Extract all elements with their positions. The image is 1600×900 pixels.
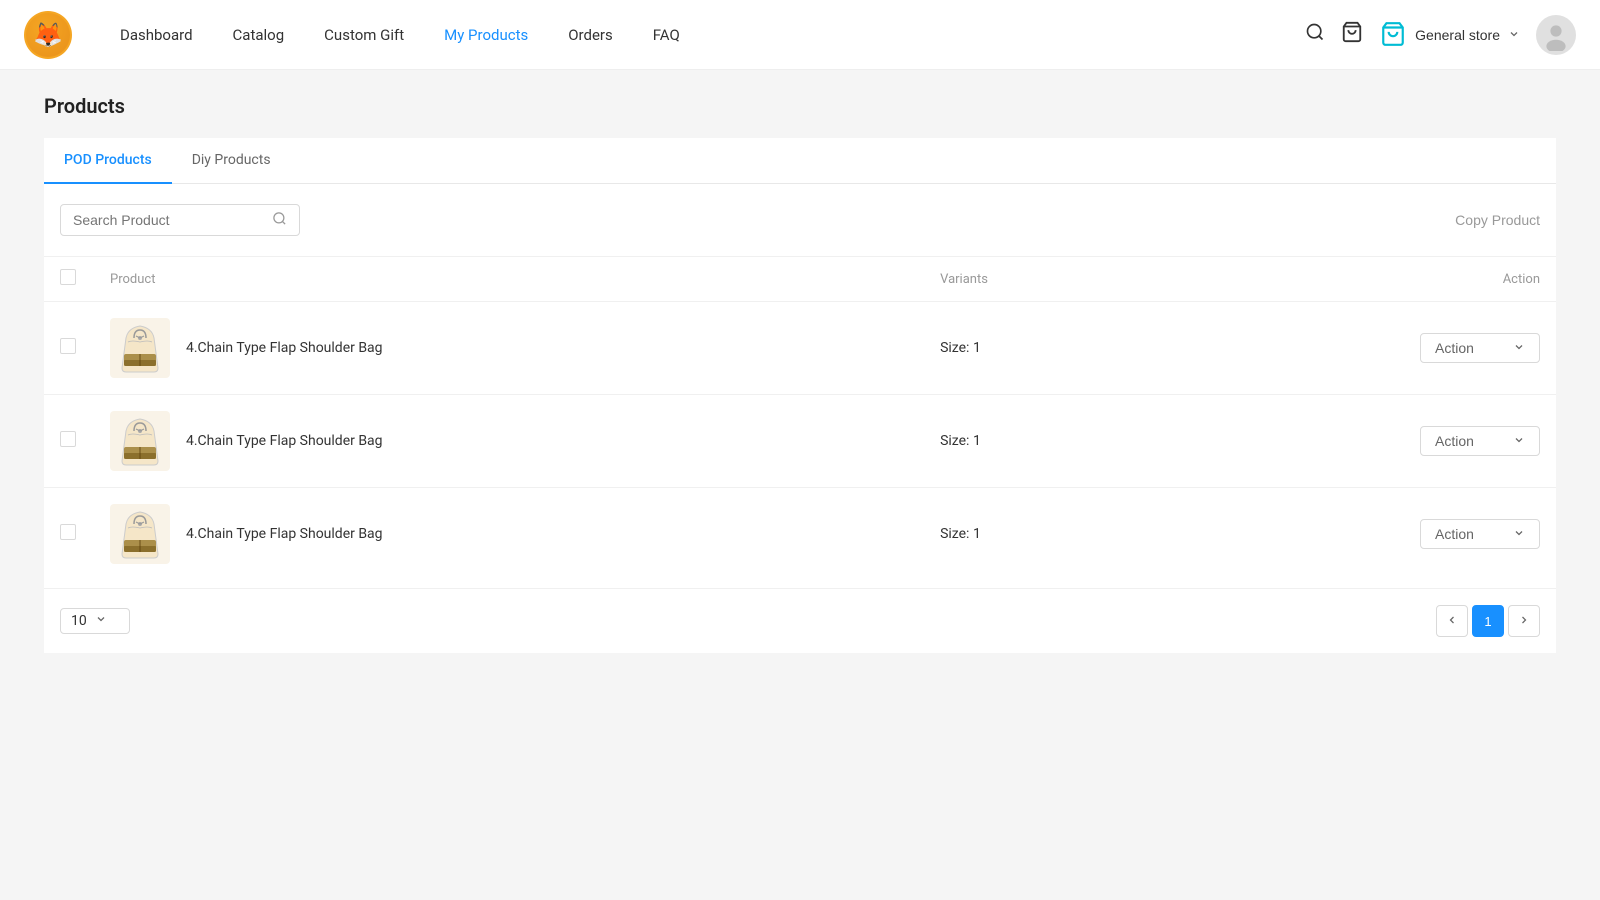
toolbar: Copy Product bbox=[44, 184, 1556, 256]
action-dropdown-button[interactable]: Action bbox=[1420, 426, 1540, 456]
header: 🦊 Dashboard Catalog Custom Gift My Produ… bbox=[0, 0, 1600, 70]
action-cell: Action bbox=[1142, 488, 1556, 581]
page-title: Products bbox=[44, 94, 1556, 118]
search-input[interactable] bbox=[73, 212, 272, 228]
page-size-selector[interactable]: 10 bbox=[60, 608, 130, 634]
nav-catalog[interactable]: Catalog bbox=[217, 18, 301, 52]
store-chevron-icon bbox=[1508, 27, 1520, 43]
col-action: Action bbox=[1142, 257, 1556, 302]
page-size-chevron-icon bbox=[95, 613, 107, 629]
tabs-container: POD Products Diy Products bbox=[44, 138, 1556, 184]
store-icon bbox=[1379, 21, 1407, 49]
logo[interactable]: 🦊 bbox=[24, 11, 72, 59]
product-cell: 4.Chain Type Flap Shoulder Bag bbox=[94, 395, 924, 488]
main-nav: Dashboard Catalog Custom Gift My Product… bbox=[104, 18, 1305, 52]
col-variants: Variants bbox=[924, 257, 1142, 302]
logo-image: 🦊 bbox=[26, 13, 70, 57]
store-label: General store bbox=[1415, 27, 1500, 43]
product-table: Product Variants Action bbox=[44, 256, 1556, 580]
table-container: Copy Product Product Variants Action bbox=[44, 184, 1556, 653]
product-name: 4.Chain Type Flap Shoulder Bag bbox=[186, 433, 383, 449]
header-right: General store bbox=[1305, 15, 1576, 55]
pagination-bar: 10 1 bbox=[44, 588, 1556, 653]
cart-button[interactable] bbox=[1341, 21, 1363, 49]
prev-icon bbox=[1446, 614, 1458, 629]
select-all-checkbox[interactable] bbox=[60, 269, 76, 285]
nav-my-products[interactable]: My Products bbox=[428, 18, 544, 52]
product-image bbox=[110, 318, 170, 378]
col-checkbox bbox=[44, 257, 94, 302]
store-selector[interactable]: General store bbox=[1379, 21, 1520, 49]
row-checkbox-cell bbox=[44, 302, 94, 395]
table-row: 4.Chain Type Flap Shoulder Bag Size: 1 A… bbox=[44, 395, 1556, 488]
main-content: Products POD Products Diy Products Copy … bbox=[20, 70, 1580, 677]
chevron-down-icon bbox=[1513, 433, 1525, 449]
product-image bbox=[110, 411, 170, 471]
variants-cell: Size: 1 bbox=[924, 302, 1142, 395]
row-checkbox-cell bbox=[44, 395, 94, 488]
product-cell: 4.Chain Type Flap Shoulder Bag bbox=[94, 302, 924, 395]
pagination: 1 bbox=[1436, 605, 1540, 637]
product-cell: 4.Chain Type Flap Shoulder Bag bbox=[94, 488, 924, 581]
page-size-value: 10 bbox=[71, 613, 87, 629]
tab-pod-products[interactable]: POD Products bbox=[44, 138, 172, 184]
page-1-button[interactable]: 1 bbox=[1472, 605, 1504, 637]
chevron-down-icon bbox=[1513, 526, 1525, 542]
row-checkbox[interactable] bbox=[60, 338, 76, 354]
product-image bbox=[110, 504, 170, 564]
nav-orders[interactable]: Orders bbox=[552, 18, 629, 52]
search-box[interactable] bbox=[60, 204, 300, 236]
action-cell: Action bbox=[1142, 302, 1556, 395]
nav-custom-gift[interactable]: Custom Gift bbox=[308, 18, 420, 52]
nav-dashboard[interactable]: Dashboard bbox=[104, 18, 209, 52]
table-row: 4.Chain Type Flap Shoulder Bag Size: 1 A… bbox=[44, 488, 1556, 581]
col-product: Product bbox=[94, 257, 924, 302]
row-checkbox[interactable] bbox=[60, 431, 76, 447]
prev-page-button[interactable] bbox=[1436, 605, 1468, 637]
nav-faq[interactable]: FAQ bbox=[637, 18, 696, 52]
action-dropdown-button[interactable]: Action bbox=[1420, 333, 1540, 363]
copy-product-button[interactable]: Copy Product bbox=[1455, 212, 1540, 228]
variants-cell: Size: 1 bbox=[924, 488, 1142, 581]
chevron-down-icon bbox=[1513, 340, 1525, 356]
variants-cell: Size: 1 bbox=[924, 395, 1142, 488]
action-dropdown-button[interactable]: Action bbox=[1420, 519, 1540, 549]
search-icon bbox=[1305, 22, 1325, 48]
avatar[interactable] bbox=[1536, 15, 1576, 55]
next-page-button[interactable] bbox=[1508, 605, 1540, 637]
table-row: 4.Chain Type Flap Shoulder Bag Size: 1 A… bbox=[44, 302, 1556, 395]
product-name: 4.Chain Type Flap Shoulder Bag bbox=[186, 340, 383, 356]
search-submit-button[interactable] bbox=[272, 211, 287, 229]
row-checkbox[interactable] bbox=[60, 524, 76, 540]
product-name: 4.Chain Type Flap Shoulder Bag bbox=[186, 526, 383, 542]
row-checkbox-cell bbox=[44, 488, 94, 581]
next-icon bbox=[1518, 614, 1530, 629]
action-cell: Action bbox=[1142, 395, 1556, 488]
search-button[interactable] bbox=[1305, 22, 1325, 48]
tab-diy-products[interactable]: Diy Products bbox=[172, 138, 291, 184]
cart-icon bbox=[1341, 21, 1363, 49]
search-icon bbox=[272, 214, 287, 229]
